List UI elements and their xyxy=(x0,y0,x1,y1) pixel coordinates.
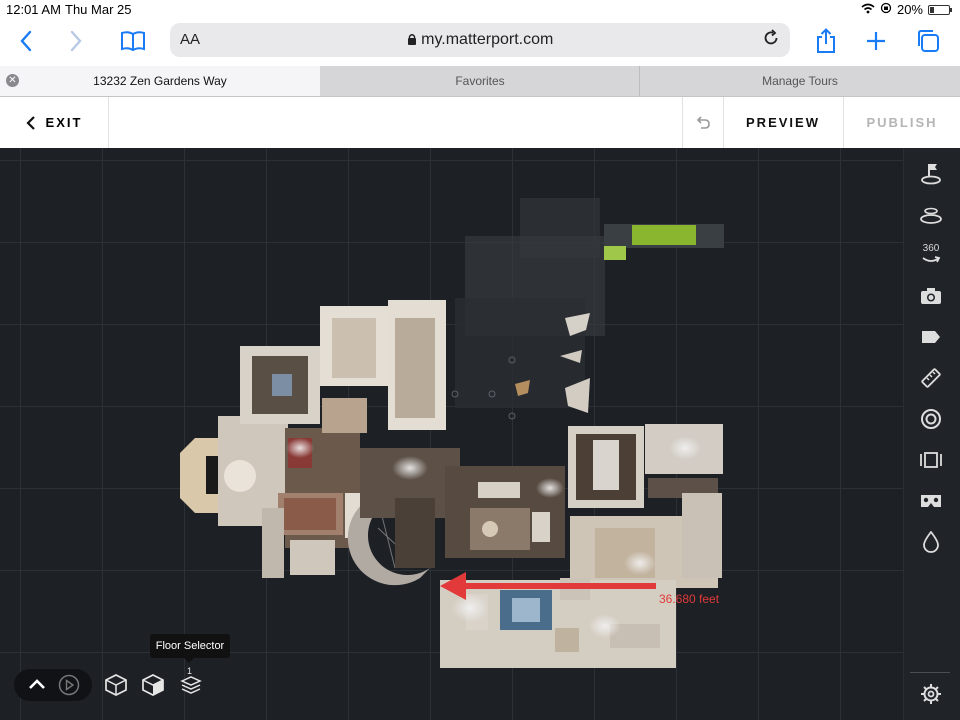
play-icon[interactable] xyxy=(58,674,80,701)
floor-selector-icon[interactable]: 1 xyxy=(179,666,203,697)
status-date: Thu Mar 25 xyxy=(65,2,132,17)
floor-selector-tooltip: Floor Selector xyxy=(150,634,230,663)
undo-button[interactable] xyxy=(683,97,723,148)
orientation-lock-icon xyxy=(880,2,892,17)
playback-controls xyxy=(14,669,92,701)
floor-count: 1 xyxy=(187,666,193,676)
browser-toolbar: AA my.matterport.com xyxy=(0,20,960,64)
floor-plan-icon[interactable] xyxy=(918,201,944,227)
tab-label: Manage Tours xyxy=(762,74,838,88)
360-view-label: 360 xyxy=(922,243,940,254)
undo-icon xyxy=(696,115,710,129)
status-time: 12:01 AM xyxy=(6,2,61,17)
preview-button[interactable]: PREVIEW xyxy=(724,97,842,148)
start-location-icon[interactable] xyxy=(918,160,944,186)
tag-icon[interactable] xyxy=(918,324,944,350)
reload-icon[interactable] xyxy=(762,29,780,52)
battery-icon xyxy=(928,4,952,15)
floorplan-model xyxy=(180,198,724,668)
mattertag-icon[interactable] xyxy=(918,406,944,432)
toolbar-divider xyxy=(910,672,950,673)
new-tab-icon[interactable] xyxy=(862,26,890,56)
publish-button[interactable]: PUBLISH xyxy=(844,97,960,148)
url-text: my.matterport.com xyxy=(421,31,554,48)
status-right: 20% xyxy=(861,2,952,17)
chevron-left-icon xyxy=(25,115,35,130)
360-view-icon[interactable]: 360 xyxy=(918,242,944,268)
measurement-label: 36.680 feet xyxy=(659,592,720,606)
status-bar: 12:01 AM Thu Mar 25 20% xyxy=(0,0,960,20)
tab-favorites[interactable]: Favorites xyxy=(320,66,640,96)
photo-icon[interactable] xyxy=(918,283,944,309)
close-tab-icon[interactable]: ✕ xyxy=(6,74,19,87)
wifi-icon xyxy=(861,2,875,17)
tab-manage-tours[interactable]: Manage Tours xyxy=(640,66,960,96)
highlight-reel-icon[interactable] xyxy=(918,447,944,473)
address-bar[interactable]: AA my.matterport.com xyxy=(170,23,790,57)
bookmarks-icon[interactable] xyxy=(118,26,148,56)
labels-icon[interactable] xyxy=(918,529,944,555)
tab-strip: ✕ 13232 Zen Gardens Way Favorites Manage… xyxy=(0,66,960,97)
tab-zen-gardens[interactable]: ✕ 13232 Zen Gardens Way xyxy=(0,66,320,96)
settings-icon[interactable] xyxy=(918,681,944,707)
forward-icon[interactable] xyxy=(64,26,88,56)
floorplan-canvas[interactable] xyxy=(0,148,960,720)
tab-label: 13232 Zen Gardens Way xyxy=(93,74,227,88)
vr-icon[interactable] xyxy=(918,488,944,514)
lock-icon xyxy=(407,31,421,48)
floorplan-view-icon[interactable] xyxy=(141,673,165,697)
tab-label: Favorites xyxy=(455,74,505,88)
dollhouse-view-icon[interactable] xyxy=(104,673,128,697)
share-icon[interactable] xyxy=(812,26,840,56)
app-header: EXIT PREVIEW PUBLISH xyxy=(0,97,960,149)
back-icon[interactable] xyxy=(14,26,38,56)
chevron-up-icon[interactable] xyxy=(28,677,46,696)
tabs-icon[interactable] xyxy=(914,26,942,56)
tools-sidebar: 360 xyxy=(903,148,960,720)
url-field[interactable]: my.matterport.com xyxy=(170,31,790,49)
exit-label: EXIT xyxy=(45,115,83,130)
measure-icon[interactable] xyxy=(918,365,944,391)
header-divider xyxy=(108,97,109,148)
exit-button[interactable]: EXIT xyxy=(0,97,108,148)
battery-percent: 20% xyxy=(896,2,923,17)
